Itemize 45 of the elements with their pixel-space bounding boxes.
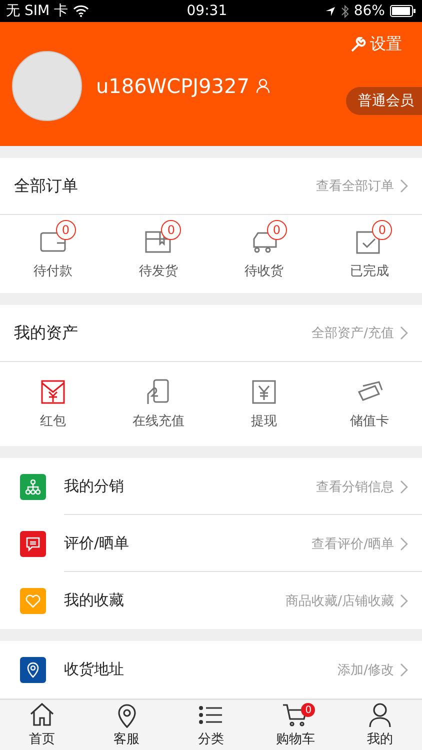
bluetooth-icon	[340, 4, 349, 18]
shortcut-label[interactable]: 在线充值	[132, 412, 184, 430]
shortcut-label[interactable]: 提现	[250, 412, 277, 430]
section-title: 全部订单	[14, 176, 78, 196]
tab-bar-item[interactable]: 客服	[84, 700, 169, 750]
shortcut-label[interactable]: 已完成	[350, 262, 389, 280]
wifi-icon	[73, 5, 89, 17]
user-icon	[366, 702, 393, 728]
shortcut-label[interactable]: 红包	[40, 412, 66, 430]
chevron-icon	[400, 536, 408, 550]
count-badge: 0	[56, 220, 76, 240]
wrench-icon	[350, 36, 366, 52]
banknote-icon	[250, 378, 278, 406]
home-icon	[29, 702, 56, 728]
menu-item-label[interactable]: 收货地址	[64, 660, 124, 679]
tab-bar-item[interactable]: 购物车 0	[253, 700, 338, 750]
chevron-icon	[400, 179, 408, 193]
menu-item-label[interactable]: 我的分销	[64, 477, 124, 496]
username: u186WCPJ9327	[96, 74, 250, 98]
count-badge: 0	[372, 220, 392, 240]
shortcut-label[interactable]: 待付款	[33, 262, 72, 280]
section-title: 我的资产	[14, 322, 78, 344]
shortcut-label[interactable]: 待收货	[244, 262, 284, 280]
envelope-icon	[38, 378, 67, 406]
tab-bar-item[interactable]: 我的	[338, 700, 422, 750]
clock-text: 09:31	[186, 3, 228, 19]
menu-item-label[interactable]: 我的收藏	[64, 591, 124, 610]
battery-icon	[390, 5, 416, 17]
menu-item-label[interactable]: 评价/晒单	[64, 534, 130, 553]
tab-bar-item[interactable]: 分类	[168, 700, 254, 750]
carrier-text: 无 SIM 卡	[6, 2, 68, 20]
chevron-icon	[400, 326, 408, 340]
count-badge: 0	[266, 220, 287, 240]
cart-count-badge: 0	[301, 703, 316, 717]
location-arrow-icon	[324, 6, 336, 16]
chevron-icon	[400, 480, 408, 494]
chevron-icon	[400, 594, 408, 608]
shortcut-label[interactable]: 待发货	[138, 262, 178, 280]
chevron-icon	[400, 662, 408, 676]
member-level-badge: 普通会员	[346, 87, 422, 115]
user-icon	[255, 78, 272, 94]
shortcut-label[interactable]: 储值卡	[350, 412, 389, 430]
battery-percent: 86%	[354, 3, 385, 19]
tab-bar-item[interactable]: 首页	[0, 700, 84, 750]
count-badge: 0	[161, 220, 182, 240]
